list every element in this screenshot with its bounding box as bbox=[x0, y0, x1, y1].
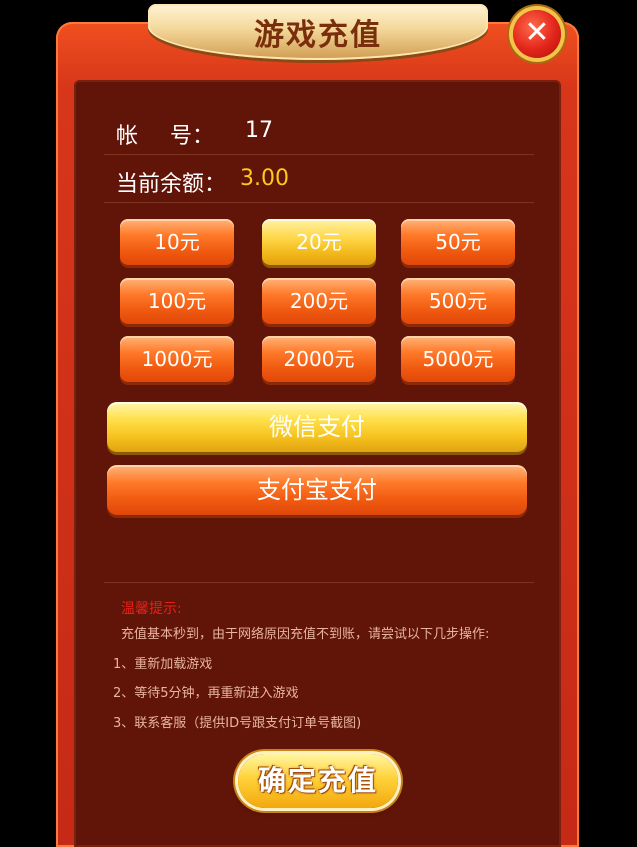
close-button[interactable]: ✕ bbox=[513, 10, 561, 58]
account-value: 17 bbox=[245, 118, 273, 143]
alipay-pay-button[interactable]: 支付宝支付 bbox=[107, 465, 527, 515]
amount-button-20[interactable]: 20元 bbox=[262, 219, 376, 265]
tips-intro: 充值基本秒到，由于网络原因充值不到账，请尝试以下几步操作: bbox=[121, 627, 490, 642]
account-label: 帐号： bbox=[116, 124, 215, 149]
close-icon: ✕ bbox=[524, 15, 550, 50]
balance-row: 当前余额： 3.00 bbox=[104, 156, 534, 203]
wechat-pay-button[interactable]: 微信支付 bbox=[107, 402, 527, 452]
amount-button-50[interactable]: 50元 bbox=[401, 219, 515, 265]
confirm-recharge-button[interactable]: 确定充值 bbox=[238, 754, 398, 808]
amount-button-10[interactable]: 10元 bbox=[120, 219, 234, 265]
amount-button-5000[interactable]: 5000元 bbox=[401, 336, 515, 382]
account-row: 帐号： 17 bbox=[104, 108, 534, 155]
tips-step-2: 2、等待5分钟，再重新进入游戏 bbox=[113, 686, 299, 701]
tips-step-3: 3、联系客服（提供ID号跟支付订单号截图) bbox=[113, 716, 362, 731]
amount-button-500[interactable]: 500元 bbox=[401, 278, 515, 324]
amount-button-100[interactable]: 100元 bbox=[120, 278, 234, 324]
divider bbox=[104, 582, 534, 583]
tips-title: 温馨提示: bbox=[121, 601, 182, 617]
tips-step-1: 1、重新加载游戏 bbox=[113, 657, 213, 672]
amount-button-2000[interactable]: 2000元 bbox=[262, 336, 376, 382]
balance-value: 3.00 bbox=[240, 166, 289, 191]
amount-button-1000[interactable]: 1000元 bbox=[120, 336, 234, 382]
title-plate: 游戏充值 bbox=[148, 4, 488, 60]
amount-button-200[interactable]: 200元 bbox=[262, 278, 376, 324]
balance-label: 当前余额： bbox=[116, 172, 227, 197]
dialog-title: 游戏充值 bbox=[254, 18, 382, 53]
